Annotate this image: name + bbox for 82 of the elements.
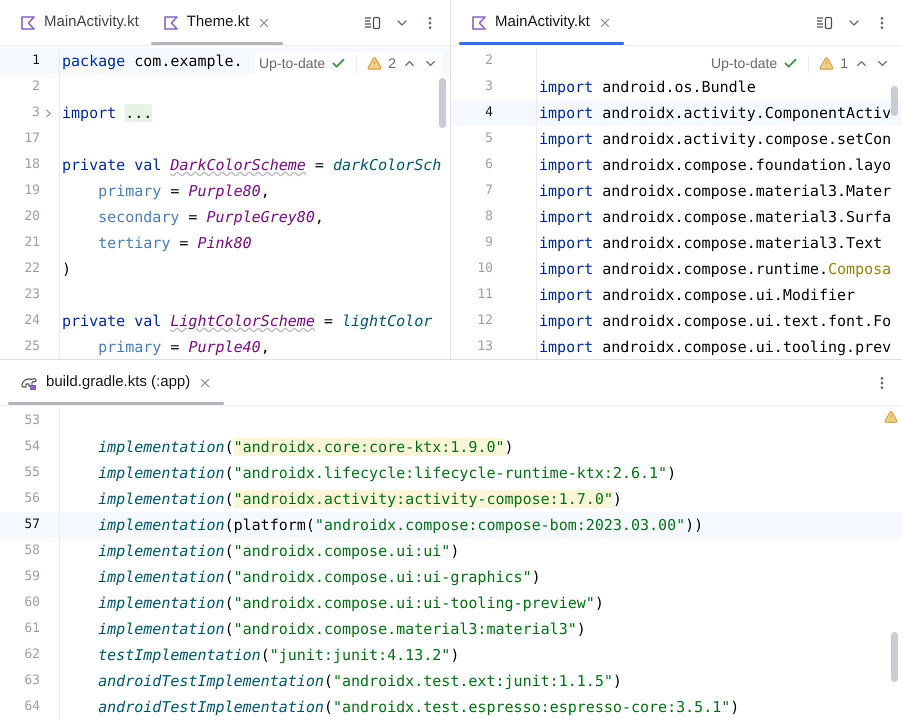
line-number: 58 (23, 542, 40, 560)
code-line: private val LightColorScheme = lightColor (61, 310, 432, 332)
code-line: implementation("androidx.compose.ui:ui-graphics") (97, 566, 541, 588)
line-number: 55 (23, 464, 40, 482)
status-label: Up-to-date (711, 54, 778, 73)
line-number: 2 (31, 78, 40, 96)
code-line: import androidx.compose.ui.text.font.Fo (538, 310, 892, 332)
line-number: 63 (23, 672, 40, 690)
scrollbar-thumb[interactable] (891, 632, 898, 682)
line-number: 10 (476, 260, 493, 278)
code-line: import androidx.compose.material3.Surfa (538, 206, 892, 228)
line-number: 4 (484, 104, 493, 122)
scrollbar-thumb[interactable] (891, 86, 898, 116)
code-line: androidTestImplementation("androidx.test.ext:junit:1.1.5") (97, 670, 622, 692)
code-line: import androidx.compose.material3.Mater (538, 180, 892, 202)
code-line: primary = Purple80, (97, 180, 270, 202)
editor-tab[interactable]: Theme.kt (150, 0, 284, 45)
line-number: 59 (23, 568, 40, 586)
editor-tab[interactable]: build.gradle.kts (:app) (8, 360, 224, 405)
code-line: import androidx.compose.ui.tooling.prev (538, 336, 892, 358)
warning-count: 2 (388, 54, 396, 73)
code-line: import androidx.activity.compose.setCon (538, 128, 892, 150)
line-number: 7 (484, 182, 493, 200)
code-line: import ... (61, 102, 152, 124)
code-line: import android.os.Bundle (538, 76, 756, 98)
line-number: 64 (23, 698, 40, 716)
line-number: 23 (23, 286, 40, 304)
code-line: import androidx.compose.runtime.Composa (538, 258, 892, 280)
code-line: tertiary = Pink80 (97, 232, 252, 254)
line-number: 12 (476, 312, 493, 330)
code-line: secondary = PurpleGrey80, (97, 206, 324, 228)
line-number: 3 (31, 104, 40, 122)
code-line: package com.example. (61, 50, 243, 72)
line-number: 54 (23, 438, 40, 456)
line-number: 1 (31, 52, 40, 70)
scrollbar-thumb[interactable] (439, 78, 446, 128)
line-number: 17 (23, 130, 40, 148)
line-number: 2 (484, 52, 493, 70)
line-number: 60 (23, 594, 40, 612)
line-number: 19 (23, 182, 40, 200)
line-number: 21 (23, 234, 40, 252)
line-number: 18 (23, 156, 40, 174)
code-line: ) (61, 258, 72, 280)
status-label: Up-to-date (259, 54, 326, 73)
code-line: import androidx.compose.material3.Text (538, 232, 882, 254)
line-number: 20 (23, 208, 40, 226)
code-line: implementation("androidx.compose.material3:material3") (97, 618, 586, 640)
kotlin-file-icon (162, 14, 179, 30)
line-number: 3 (484, 78, 493, 96)
code-line: implementation(platform("androidx.compose:compose-bom:2023.03.00")) (97, 514, 704, 536)
line-number: 25 (23, 338, 40, 356)
line-number: 6 (484, 156, 493, 174)
code-line: testImplementation("junit:junit:4.13.2") (97, 644, 460, 666)
code-line: implementation("androidx.compose.ui:ui-tooling-preview") (97, 592, 604, 614)
editor-tab[interactable]: MainActivity.kt (8, 0, 151, 45)
line-number: 5 (484, 130, 493, 148)
line-number: 56 (23, 490, 40, 508)
line-number: 11 (476, 286, 493, 304)
warning-count: 1 (840, 54, 848, 73)
line-number: 57 (23, 516, 40, 534)
line-number: 61 (23, 620, 40, 638)
editor-preview-icon[interactable] (816, 16, 834, 30)
code-line: import androidx.activity.ComponentActiv (538, 102, 892, 124)
code-line: import androidx.compose.foundation.layo (538, 154, 892, 176)
line-number: 9 (484, 234, 493, 252)
editor-tab[interactable]: MainActivity.kt (459, 0, 624, 45)
code-line: primary = Purple40, (97, 336, 270, 358)
code-line: import androidx.compose.ui.Modifier (538, 284, 856, 306)
code-line: androidTestImplementation("androidx.test.espresso:espresso-core:3.5.1") (97, 696, 740, 718)
code-line: implementation("androidx.activity:activity-compose:1.7.0") (97, 488, 622, 510)
line-number: 13 (476, 338, 493, 356)
line-number: 53 (23, 412, 40, 430)
code-line: implementation("androidx.compose.ui:ui") (97, 540, 460, 562)
line-number: 24 (23, 312, 40, 330)
editor-preview-icon[interactable] (364, 16, 382, 30)
line-number: 8 (484, 208, 493, 226)
code-line: implementation("androidx.lifecycle:lifecycle-runtime-ktx:2.6.1") (97, 462, 676, 484)
line-number: 22 (23, 260, 40, 278)
code-line: private val DarkColorScheme = darkColorSch (61, 154, 442, 176)
line-number: 62 (23, 646, 40, 664)
kotlin-file-icon (20, 14, 36, 30)
kotlin-file-icon (471, 14, 487, 30)
